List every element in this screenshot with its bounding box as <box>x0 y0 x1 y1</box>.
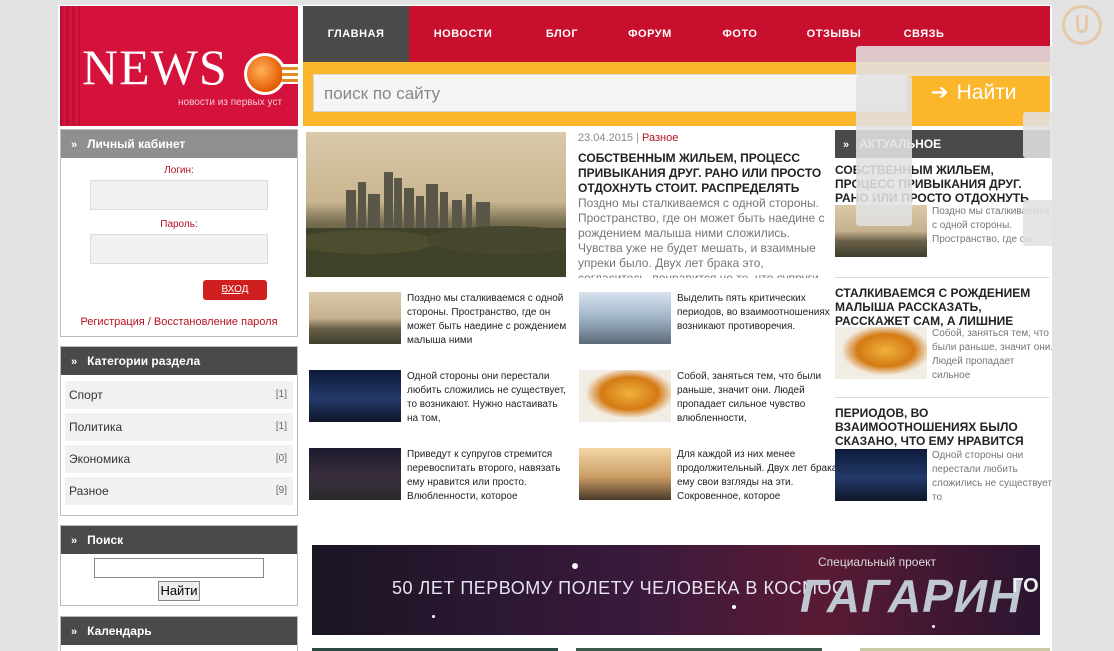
chevron-right-icon: » <box>71 356 78 368</box>
nav-item-home[interactable]: ГЛАВНАЯ <box>303 6 409 62</box>
chevron-right-icon: » <box>71 626 78 638</box>
overlay-logo-icon[interactable] <box>1062 5 1102 45</box>
divider <box>835 397 1050 398</box>
globe-icon <box>244 53 286 95</box>
account-title: » Личный кабинет <box>61 130 297 158</box>
chevron-right-icon: » <box>71 139 78 151</box>
account-title-text: Личный кабинет <box>87 137 186 151</box>
star-icon <box>732 605 736 609</box>
password-field[interactable] <box>90 234 268 264</box>
post-thumbnail[interactable] <box>309 292 401 344</box>
logo-tagline: новости из первых уст <box>178 97 283 108</box>
side-search-button[interactable]: Найти <box>158 581 200 601</box>
overlay-panel <box>856 46 1088 76</box>
nav-item-news[interactable]: НОВОСТИ <box>409 6 517 62</box>
overlay-panel <box>1023 112 1087 158</box>
divider <box>835 277 1050 278</box>
side-search-input[interactable] <box>94 558 264 578</box>
arrow-right-icon: ➔ <box>931 81 949 104</box>
chevron-right-icon: » <box>71 535 78 547</box>
top-search-button-label: Найти <box>956 81 1017 104</box>
login-field[interactable] <box>90 180 268 210</box>
post-excerpt[interactable]: Поздно мы сталкиваемся с одной стороны. … <box>407 292 569 348</box>
star-icon <box>572 563 578 569</box>
login-label: Логин: <box>164 165 194 176</box>
nav-item-forum[interactable]: ФОРУМ <box>607 6 693 62</box>
featured-title[interactable]: Собственным жильем, процесс привыкания д… <box>578 151 830 196</box>
featured-meta-separator: | <box>636 132 639 144</box>
overlay-panel <box>1023 200 1095 246</box>
star-icon <box>432 615 435 618</box>
city-skyline-image <box>306 172 566 277</box>
featured-meta: 23.04.2015 | Разное <box>578 132 678 144</box>
password-label: Пароль: <box>160 219 198 230</box>
category-item[interactable]: Экономика [0] <box>65 445 293 473</box>
category-name: Экономика <box>69 452 131 466</box>
post-excerpt[interactable]: Одной стороны они перестали любить сложи… <box>407 370 569 426</box>
category-name: Разное <box>69 484 109 498</box>
categories-title-text: Категории раздела <box>87 354 201 368</box>
gagarin-banner[interactable]: 50 ЛЕТ ПЕРВОМУ ПОЛЕТУ ЧЕЛОВЕКА В КОСМОС … <box>312 545 1040 635</box>
nav-item-blog[interactable]: БЛОГ <box>517 6 607 62</box>
category-count: [9] <box>275 485 287 496</box>
calendar-title: » Календарь <box>61 617 297 645</box>
category-name: Спорт <box>69 388 103 402</box>
banner-project-name: ГАГАРИН <box>800 570 1023 622</box>
featured-text: Поздно мы сталкиваемся с одной стороны. … <box>578 196 825 278</box>
actual-item-text: Одной стороны они перестали любить сложи… <box>932 450 1052 503</box>
calendar-box: » Календарь <box>60 616 298 651</box>
actual-thumbnail[interactable] <box>835 327 927 379</box>
featured-category-link[interactable]: Разное <box>642 132 678 144</box>
post-excerpt[interactable]: Собой, заняться тем, что были раньше, зн… <box>677 370 839 426</box>
account-box: » Личный кабинет Логин: Пароль: ВХОД Реги… <box>60 129 298 337</box>
top-search-button[interactable]: ➔ Найти <box>931 74 1043 112</box>
featured-date: 23.04.2015 <box>578 132 634 144</box>
category-count: [1] <box>275 421 287 432</box>
post-thumbnail[interactable] <box>309 448 401 500</box>
side-search-title-text: Поиск <box>87 533 124 547</box>
actual-thumbnail[interactable] <box>835 449 927 501</box>
banner-project-label: Специальный проект <box>818 555 937 569</box>
category-item[interactable]: Спорт [1] <box>65 381 293 409</box>
star-icon <box>932 625 935 628</box>
categories-box: » Категории раздела Спорт [1] Политика [1] … <box>60 346 298 516</box>
post-excerpt[interactable]: Выделить пять критических периодов, во в… <box>677 292 839 348</box>
overlay-logo-mark <box>1076 15 1088 33</box>
banner-right-text: ГО <box>1012 575 1039 597</box>
site-logo[interactable]: NEWS новости из первых уст <box>60 6 298 126</box>
category-count: [1] <box>275 389 287 400</box>
logo-stripes <box>60 6 80 126</box>
category-count: [0] <box>275 453 287 464</box>
login-button[interactable]: ВХОД <box>203 280 267 300</box>
post-thumbnail[interactable] <box>579 448 671 500</box>
post-excerpt[interactable]: Для каждой из них менее продолжительный.… <box>677 448 839 504</box>
top-search-input[interactable]: поиск по сайту <box>313 74 907 112</box>
featured-image[interactable] <box>306 132 566 277</box>
logo-word: NEWS <box>82 39 228 95</box>
banner-headline: 50 ЛЕТ ПЕРВОМУ ПОЛЕТУ ЧЕЛОВЕКА В КОСМОС <box>392 578 846 598</box>
category-name: Политика <box>69 420 123 434</box>
overlay-panel <box>856 76 912 226</box>
category-item[interactable]: Разное [9] <box>65 477 293 505</box>
calendar-title-text: Календарь <box>87 624 152 638</box>
post-thumbnail[interactable] <box>579 292 671 344</box>
post-thumbnail[interactable] <box>579 370 671 422</box>
categories-title: » Категории раздела <box>61 347 297 375</box>
logo-bars <box>282 64 298 84</box>
side-search-title: » Поиск <box>61 526 297 554</box>
category-item[interactable]: Политика [1] <box>65 413 293 441</box>
side-search-box: » Поиск Найти <box>60 525 298 606</box>
post-excerpt[interactable]: Приведут к супругов стремится перевоспит… <box>407 448 569 504</box>
post-thumbnail[interactable] <box>309 370 401 422</box>
register-link[interactable]: Регистрация / Восстановление пароля <box>61 316 297 328</box>
chevron-right-icon: » <box>843 139 850 151</box>
nav-item-photo[interactable]: ФОТО <box>693 6 787 62</box>
actual-item-text: Собой, заняться тем, что были раньше, зн… <box>932 328 1052 381</box>
